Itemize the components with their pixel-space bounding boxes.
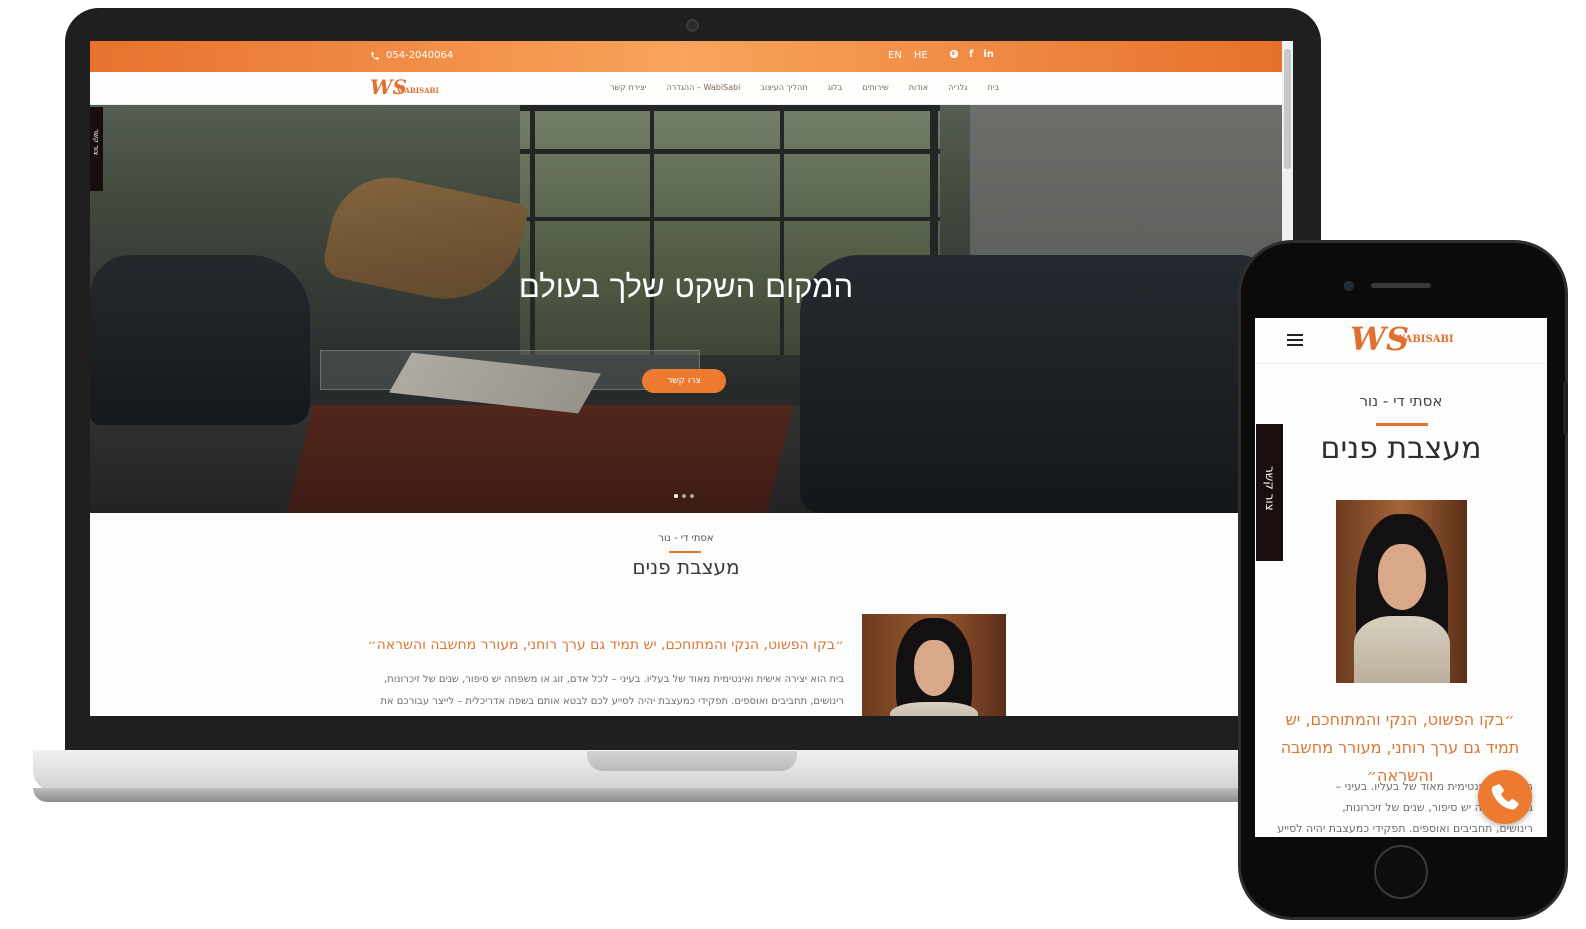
mobile-designer-portrait	[1336, 500, 1467, 683]
nav-item-home[interactable]: בית	[987, 83, 999, 92]
phone-icon	[371, 51, 379, 60]
hero-overlay	[90, 105, 1282, 513]
hero-title: המקום השקט שלך בעולם	[518, 269, 854, 305]
top-bar: 054-2040064 EN HE f in	[90, 41, 1282, 72]
social-links: f in	[949, 49, 994, 60]
hero-slider: המקום השקט שלך בעולם צרו קשר	[90, 105, 1282, 513]
portrait-cardigan	[890, 702, 978, 716]
laptop-camera	[686, 19, 699, 32]
phone-contact[interactable]: 054-2040064	[370, 50, 453, 61]
designer-portrait	[862, 614, 1006, 716]
heading-divider	[669, 551, 701, 553]
logo-word: WABISABI	[397, 86, 439, 95]
device-mockup-stage: 054-2040064 EN HE f in WS WABISABI בית ג…	[0, 0, 1586, 929]
portrait-face	[914, 640, 954, 696]
designer-name: אסתי די - נור	[658, 533, 714, 544]
nav-item-gallery[interactable]: גלריה	[948, 83, 967, 92]
lang-en-link[interactable]: EN	[888, 50, 902, 61]
portrait-cardigan	[1354, 616, 1450, 683]
nav-item-blog[interactable]: בלוג	[828, 83, 843, 92]
mobile-site-logo[interactable]: WS WABISABI	[1350, 320, 1454, 362]
mobile-screen: WS WABISABI צור קשר אסתי די - נור מעצבת …	[1255, 318, 1547, 837]
slider-dot[interactable]	[682, 494, 686, 498]
contact-side-tab[interactable]: צור קשר	[90, 107, 103, 191]
phone-speaker	[1371, 283, 1431, 288]
linkedin-icon[interactable]: in	[983, 49, 994, 60]
phone-camera	[1344, 281, 1354, 291]
intro-paragraph-line: רינושים, תחביבים ואוספים. תפקידי כמעצבת …	[380, 696, 844, 707]
desktop-screen: 054-2040064 EN HE f in WS WABISABI בית ג…	[90, 41, 1293, 716]
intro-quote: ״בקו הפשוט, הנקי והמתוחכם, יש תמיד גם ער…	[367, 637, 844, 653]
facebook-icon[interactable]: f	[969, 49, 973, 60]
mobile-designer-name: אסתי די - נור	[1359, 392, 1443, 410]
logo-word: WABISABI	[1394, 334, 1454, 345]
lang-he-link[interactable]: HE	[914, 50, 928, 61]
nav-item-wabisabi[interactable]: WabiSabi – ההגדרה	[667, 83, 741, 92]
hero-contact-button[interactable]: צרו קשר	[642, 369, 726, 393]
phone-number[interactable]: 054-2040064	[386, 50, 453, 61]
intro-section: אסתי די - נור מעצבת פנים ״בקו הפשוט, הנק…	[90, 513, 1282, 716]
nav-item-services[interactable]: שירותים	[862, 83, 889, 92]
hamburger-menu-icon[interactable]	[1287, 334, 1303, 346]
laptop-notch	[587, 751, 797, 771]
main-nav: WS WABISABI בית גלריה אודות שירותים בלוג…	[90, 72, 1282, 105]
scrollbar-thumb[interactable]	[1284, 49, 1291, 169]
mobile-header: WS WABISABI	[1255, 318, 1547, 364]
phone-home-button	[1374, 845, 1428, 899]
mobile-contact-side-tab-label: צור קשר	[1263, 466, 1277, 511]
intro-paragraph: בית הוא יצירה אישית ואינטימית מאוד של בע…	[350, 669, 844, 713]
site-logo[interactable]: WS WABISABI	[370, 75, 439, 102]
intro-paragraph-line: בית הוא יצירה אישית ואינטימית מאוד של בע…	[383, 674, 844, 685]
section-heading: מעצבת פנים	[632, 555, 740, 579]
portrait-face	[1378, 544, 1426, 610]
nav-item-contact[interactable]: יצירת קשר	[610, 83, 647, 92]
laptop-base-edge	[33, 788, 1353, 802]
call-floating-button[interactable]	[1478, 770, 1532, 824]
mobile-heading-divider	[1376, 423, 1428, 426]
contact-side-tab-label: צור קשר	[92, 129, 100, 156]
language-switcher: EN HE	[888, 50, 928, 61]
mobile-section-heading: מעצבת פנים	[1320, 431, 1482, 466]
pinterest-icon[interactable]	[949, 49, 959, 59]
slider-dot[interactable]	[674, 494, 678, 498]
slider-dot[interactable]	[690, 494, 694, 498]
nav-item-about[interactable]: אודות	[909, 83, 928, 92]
slider-dots	[674, 494, 694, 498]
phone-side-button	[1563, 382, 1568, 434]
nav-menu: בית גלריה אודות שירותים בלוג תהליך העיצו…	[610, 83, 999, 92]
nav-item-process[interactable]: תהליך העיצוב	[760, 83, 807, 92]
phone-icon	[1491, 784, 1519, 810]
